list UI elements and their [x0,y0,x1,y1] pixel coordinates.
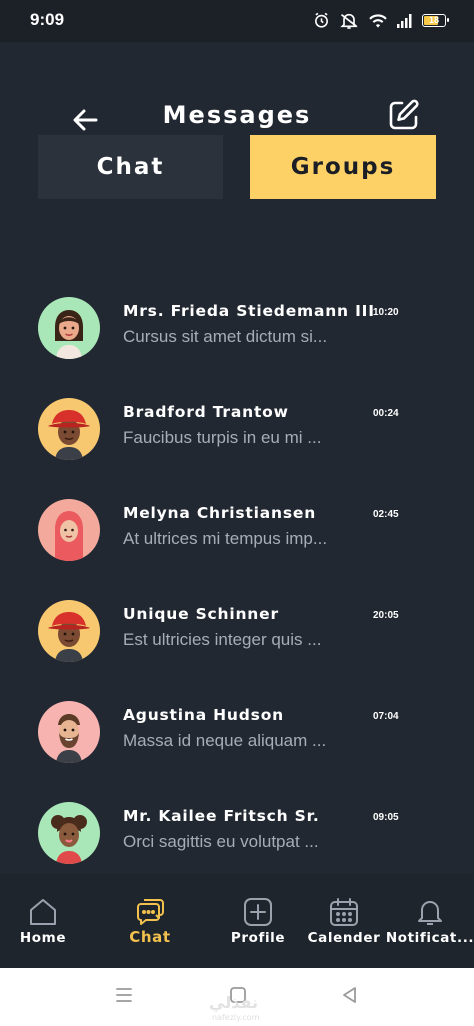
nav-notifications-label: Notificat... [385,930,474,946]
nav-calendar-label: Calender [307,930,381,946]
tab-chat[interactable]: Chat [38,135,223,199]
chat-time: 09:05 [373,812,399,823]
chat-preview: Massa id neque aliquam ... [123,731,327,750]
signal-icon [397,13,413,28]
chat-time: 07:04 [373,711,399,722]
chat-list-item[interactable]: Bradford Trantow 00:24 Faucibus turpis i… [0,381,474,471]
chat-time: 00:24 [373,408,399,419]
nav-chat-label: Chat [129,928,171,946]
chat-name: Melyna Christiansen [123,504,317,522]
chat-preview: At ultrices mi tempus imp... [123,529,328,548]
chat-preview: Cursus sit amet dictum si... [123,327,328,346]
chat-time: 02:45 [373,509,399,520]
watermark: نفذلي [209,993,258,1012]
home-icon [30,899,56,925]
chat-time: 10:20 [373,307,399,318]
chat-time: 20:05 [373,610,399,621]
nav-notifications[interactable]: Notificat... [383,874,474,968]
chat-list-item[interactable]: Mr. Kailee Fritsch Sr. 09:05 Orci sagitt… [0,785,474,875]
chat-preview: Orci sagittis eu volutpat ... [123,832,319,851]
curly-hair-avatar-icon [38,802,100,864]
edit-icon [389,99,419,130]
chat-name: Bradford Trantow [123,403,289,421]
status-bar: 9:09 18 [0,0,474,42]
chat-list-item[interactable]: Mrs. Frieda Stiedemann III 10:20 Cursus … [0,280,474,370]
bearded-man-avatar-icon [38,701,100,763]
chat-list-item[interactable]: Agustina Hudson 07:04 Massa id neque ali… [0,684,474,774]
menu-icon [116,988,132,1002]
red-hat-avatar-icon [38,600,100,662]
woman-avatar-icon [38,297,100,359]
chat-name: Mr. Kailee Fritsch Sr. [123,807,320,825]
chat-name: Mrs. Frieda Stiedemann III [123,302,375,320]
nav-calendar[interactable]: Calender [297,874,391,968]
app-screen: 9:09 18 Messages Chat Groups Mrs. Frieda… [0,0,474,968]
chat-preview: Faucibus turpis in eu mi ... [123,428,322,447]
bottom-nav: Home Chat Profile Calender Notificat... [0,874,474,968]
nav-profile-label: Profile [230,930,286,946]
battery-level: 18 [428,15,439,25]
chat-name: Unique Schinner [123,605,279,623]
tab-groups[interactable]: Groups [250,135,436,199]
battery-icon: 18 [422,14,449,27]
chat-icon [137,899,164,925]
hijab-avatar-icon [38,499,100,561]
menu-button[interactable] [115,986,133,1008]
mute-icon [339,12,359,29]
chat-name: Agustina Hudson [123,706,284,724]
nav-home-label: Home [19,930,67,946]
chat-list-item[interactable]: Melyna Christiansen 02:45 At ultrices mi… [0,482,474,572]
chat-preview: Est ultricies integer quis ... [123,630,322,649]
red-hat-avatar-icon [38,398,100,460]
nav-profile[interactable]: Profile [211,874,305,968]
triangle-back-icon [343,987,356,1003]
back-system-button[interactable] [341,986,359,1008]
status-time: 9:09 [30,10,65,29]
nav-home[interactable]: Home [0,874,90,968]
watermark-sub: nafezly.com [212,1013,260,1022]
status-icons: 18 [313,12,449,29]
alarm-icon [313,12,330,29]
nav-chat[interactable]: Chat [103,874,197,968]
plus-square-icon [244,898,272,926]
bell-icon [418,901,442,925]
wifi-icon [368,13,388,29]
calendar-icon [330,898,358,926]
chat-list-item[interactable]: Unique Schinner 20:05 Est ultricies inte… [0,583,474,673]
compose-button[interactable] [386,97,422,133]
